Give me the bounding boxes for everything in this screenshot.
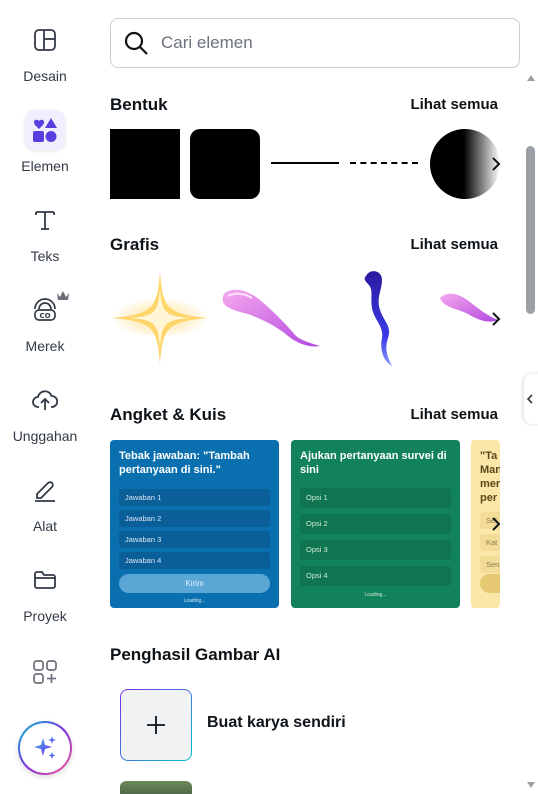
search-icon: [124, 31, 148, 55]
chevron-left-icon: [527, 394, 533, 404]
quiz-option: Jawaban 2: [119, 510, 270, 527]
quiz-option: Opsi 1: [300, 488, 451, 508]
section-title-quiz: Angket & Kuis: [110, 405, 227, 424]
quiz-option: Opsi 2: [300, 514, 451, 534]
see-all-graphics-link[interactable]: Lihat semua: [410, 236, 498, 253]
shapes-icon: [25, 110, 65, 150]
scroll-down-arrow-icon[interactable]: [526, 781, 536, 789]
quiz-submit-pill: [480, 574, 500, 593]
sidebar-item-label: Teks: [30, 248, 60, 264]
scroll-thumb[interactable]: [526, 146, 535, 314]
create-own-label[interactable]: Buat karya sendiri: [207, 714, 346, 732]
sidebar-item-teks[interactable]: Teks: [0, 180, 90, 270]
panel-scrollbar[interactable]: [523, 70, 538, 794]
section-title-graphics: Grafis: [110, 235, 160, 254]
pen-tool-icon: [25, 470, 65, 510]
sidebar-item-label: Desain: [23, 68, 67, 84]
rounded-square-shape[interactable]: [190, 129, 260, 199]
see-all-shapes-link[interactable]: Lihat semua: [410, 96, 498, 113]
ai-image-thumbnail[interactable]: [120, 781, 192, 794]
scroll-up-arrow-icon[interactable]: [526, 74, 536, 82]
quiz-option: Jawaban 3: [119, 531, 270, 548]
sidebar-item-label: Elemen: [21, 158, 69, 174]
quiz-card-title: "Ta Man mer per: [480, 450, 500, 504]
pink-comet-graphic[interactable]: [218, 284, 322, 350]
quiz-option: Sen: [480, 556, 500, 573]
quiz-loading-text: Loading...: [183, 598, 206, 604]
magic-ai-button[interactable]: [18, 721, 72, 775]
chevron-right-icon: [492, 312, 501, 326]
sidebar-item-merek[interactable]: CO Merek: [0, 270, 90, 360]
chevron-right-icon: [492, 517, 501, 531]
search-bar[interactable]: [110, 18, 520, 68]
chevron-right-icon: [492, 157, 501, 171]
quiz-option: Jawaban 4: [119, 552, 270, 569]
plus-icon: [147, 716, 165, 734]
quiz-submit-label: Kirim: [119, 574, 270, 593]
layout-icon: [25, 20, 65, 60]
quiz-card-title: Ajukan pertanyaan survei di sini: [300, 450, 447, 476]
graphics-next-button[interactable]: [486, 305, 506, 333]
sidebar-item-desain[interactable]: Desain: [0, 0, 90, 90]
elements-panel: Bentuk Lihat semua Grafis Lihat semua An…: [90, 0, 538, 794]
sidebar-item-label: Unggahan: [12, 428, 78, 444]
text-icon: [25, 200, 65, 240]
left-sidebar: Desain Elemen Teks CO Merek Unggahan Ala…: [0, 0, 90, 794]
quiz-option: Jawaban 1: [119, 489, 270, 506]
search-input[interactable]: [161, 33, 501, 53]
create-own-button[interactable]: [120, 689, 192, 761]
section-title-shapes: Bentuk: [110, 95, 168, 114]
sparkle-icon: [34, 736, 56, 759]
sidebar-item-unggahan[interactable]: Unggahan: [0, 360, 90, 450]
sidebar-item-alat[interactable]: Alat: [0, 450, 90, 540]
sparkle-star-graphic[interactable]: [110, 270, 210, 366]
sidebar-item-elemen[interactable]: Elemen: [0, 90, 90, 180]
quiz-card-title: Tebak jawaban: "Tambah pertanyaan di sin…: [119, 450, 250, 476]
quiz-card-survey[interactable]: Ajukan pertanyaan survei di sini Opsi 1 …: [291, 440, 460, 608]
see-all-quiz-link[interactable]: Lihat semua: [410, 406, 498, 423]
dashed-line-shape[interactable]: [350, 162, 418, 164]
upload-cloud-icon: [25, 380, 65, 420]
collapse-panel-button[interactable]: [524, 374, 538, 424]
square-shape[interactable]: [110, 129, 180, 199]
apps-icon: [25, 652, 65, 692]
quiz-option: Opsi 4: [300, 566, 451, 586]
sidebar-item-label: Merek: [25, 338, 65, 354]
sidebar-item-label: Alat: [32, 518, 58, 534]
quiz-option: Opsi 3: [300, 540, 451, 560]
sidebar-item-proyek[interactable]: Proyek: [0, 540, 90, 630]
line-shape[interactable]: [271, 162, 339, 164]
quiz-next-button[interactable]: [486, 510, 506, 538]
blue-squiggle-graphic[interactable]: [358, 268, 402, 368]
svg-text:CO: CO: [39, 312, 50, 320]
crown-icon: [57, 291, 69, 300]
quiz-loading-text: Loading...: [364, 592, 387, 598]
sidebar-item-label: Proyek: [23, 608, 67, 624]
sidebar-item-apps[interactable]: [0, 630, 90, 690]
folder-icon: [25, 560, 65, 600]
quiz-card-guess[interactable]: Tebak jawaban: "Tambah pertanyaan di sin…: [110, 440, 279, 608]
shapes-next-button[interactable]: [486, 150, 506, 178]
section-title-ai: Penghasil Gambar AI: [110, 645, 281, 664]
